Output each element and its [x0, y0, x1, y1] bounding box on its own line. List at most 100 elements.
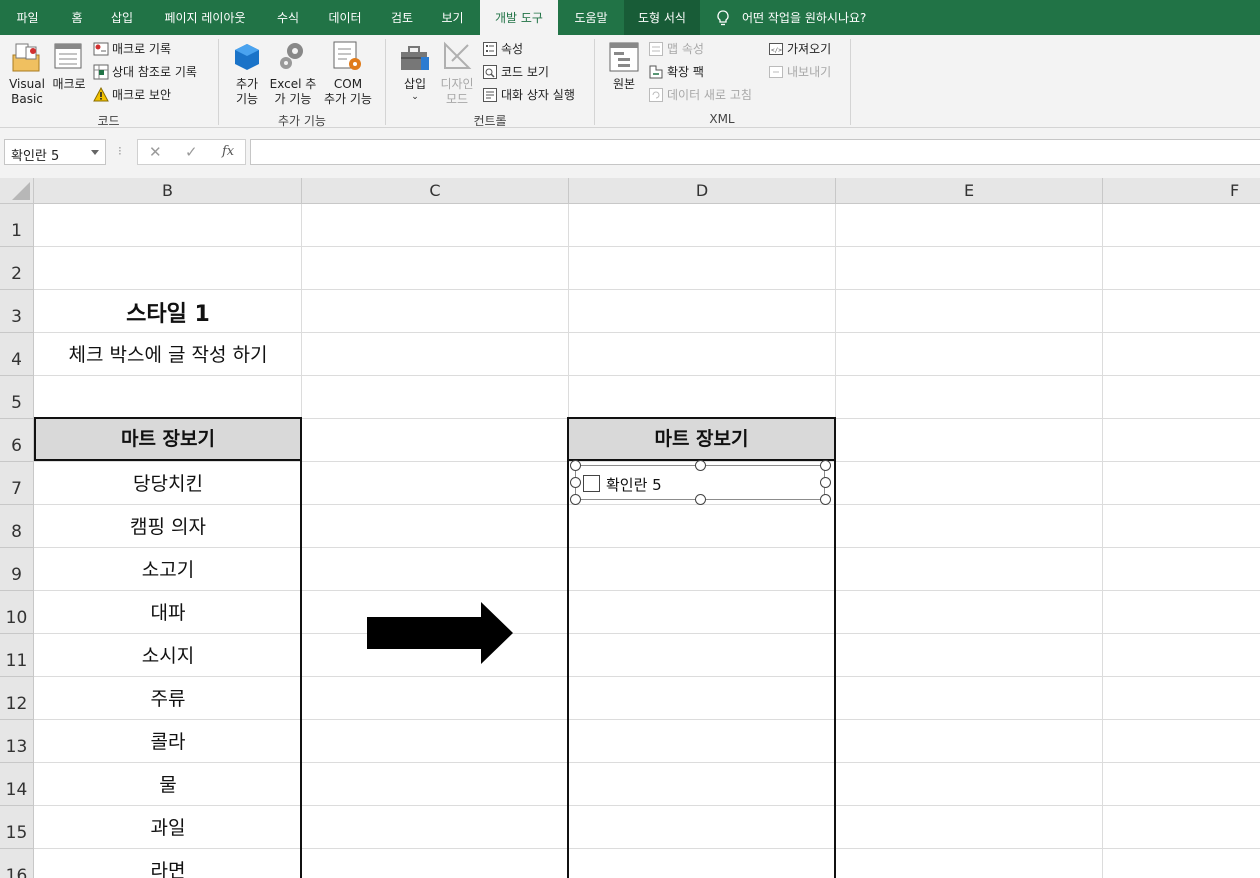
visual-basic-icon	[12, 43, 40, 72]
group-label-code: 코드	[97, 114, 120, 128]
list-item[interactable]: 콜라	[34, 727, 302, 754]
com-add-ins-label-1: COM	[333, 77, 363, 91]
resize-handle[interactable]	[570, 460, 581, 471]
excel-add-ins-label-1: Excel 추	[269, 77, 317, 91]
name-box[interactable]: 확인란 5	[4, 139, 106, 165]
tab-page-layout[interactable]: 페이지 레이아웃	[145, 0, 265, 35]
gridline	[34, 461, 1260, 462]
row-header[interactable]: 9	[0, 548, 34, 591]
macros-button[interactable]: 매크로	[49, 77, 89, 92]
row-header[interactable]: 13	[0, 720, 34, 763]
row-header[interactable]: 8	[0, 505, 34, 548]
insert-controls-button[interactable]: 삽입 ⌄	[395, 77, 435, 102]
visual-basic-button[interactable]: Visual Basic	[6, 77, 48, 107]
com-add-ins-button[interactable]: COM 추가 기능	[320, 77, 376, 107]
insert-controls-label: 삽입	[403, 77, 427, 91]
list-item[interactable]: 물	[34, 770, 302, 797]
column-header-e[interactable]: E	[836, 178, 1103, 204]
tab-developer[interactable]: 개발 도구	[480, 0, 558, 35]
visual-basic-label-1: Visual	[9, 77, 45, 91]
list-item[interactable]: 소시지	[34, 641, 302, 668]
gridline	[34, 504, 1260, 505]
add-ins-button[interactable]: 추가 기능	[227, 77, 267, 107]
warning-icon	[93, 87, 109, 102]
checkbox[interactable]	[583, 475, 600, 492]
gridline	[34, 375, 1260, 376]
resize-handle[interactable]	[820, 494, 831, 505]
list-item[interactable]: 소고기	[34, 555, 302, 582]
gridline	[1102, 204, 1103, 878]
group-label-xml: XML	[709, 112, 735, 126]
design-mode-label-1: 디자인	[440, 77, 474, 91]
enter-icon[interactable]: ✓	[185, 143, 198, 161]
list-item[interactable]: 주류	[34, 684, 302, 711]
tell-me-search[interactable]: 어떤 작업을 원하시나요?	[742, 0, 866, 35]
svg-text:</>: </>	[771, 47, 782, 54]
checkbox-label[interactable]: 확인란 5	[606, 474, 662, 495]
tab-file[interactable]: 파일	[0, 0, 55, 35]
gridline	[34, 848, 1260, 849]
design-mode-button[interactable]: 디자인 모드	[437, 77, 477, 107]
chevron-down-icon[interactable]	[91, 150, 99, 155]
row-header[interactable]: 7	[0, 462, 34, 505]
resize-handle[interactable]	[820, 477, 831, 488]
excel-add-ins-button[interactable]: Excel 추 가 기능	[268, 77, 318, 107]
sheet-subtitle[interactable]: 체크 박스에 글 작성 하기	[34, 340, 302, 367]
column-header-c[interactable]: C	[302, 178, 569, 204]
row-header[interactable]: 3	[0, 290, 34, 333]
row-header[interactable]: 5	[0, 376, 34, 419]
com-add-ins-label-2: 추가 기능	[324, 92, 372, 106]
formula-bar: 확인란 5 ⁝ ✕ ✓ fx	[0, 128, 1260, 178]
record-macro-icon	[93, 42, 109, 56]
resize-handle[interactable]	[695, 494, 706, 505]
resize-handle[interactable]	[570, 477, 581, 488]
row-header[interactable]: 6	[0, 419, 34, 462]
tab-data[interactable]: 데이터	[311, 0, 379, 35]
resize-handle[interactable]	[820, 460, 831, 471]
right-table-header[interactable]: 마트 장보기	[567, 417, 836, 461]
list-item[interactable]: 라면	[34, 856, 302, 878]
tab-insert[interactable]: 삽입	[99, 0, 145, 35]
group-divider	[850, 39, 851, 125]
list-item[interactable]: 당당치킨	[34, 469, 302, 496]
name-box-value: 확인란 5	[11, 149, 60, 164]
resize-handle[interactable]	[570, 494, 581, 505]
formula-input[interactable]	[250, 139, 1260, 165]
resize-handle[interactable]	[695, 460, 706, 471]
left-table-header[interactable]: 마트 장보기	[34, 417, 302, 461]
gridline	[34, 805, 1260, 806]
column-header-d[interactable]: D	[569, 178, 836, 204]
sheet-title[interactable]: 스타일 1	[34, 296, 302, 328]
tab-formulas[interactable]: 수식	[265, 0, 311, 35]
row-header[interactable]: 11	[0, 634, 34, 677]
column-header-f[interactable]: F	[1103, 178, 1260, 204]
row-header[interactable]: 16	[0, 849, 34, 878]
insert-function-icon[interactable]: fx	[222, 144, 234, 159]
xml-source-button[interactable]: 원본	[604, 77, 644, 92]
row-header[interactable]: 14	[0, 763, 34, 806]
row-header[interactable]: 10	[0, 591, 34, 634]
column-header-b[interactable]: B	[34, 178, 302, 204]
row-header[interactable]: 1	[0, 204, 34, 247]
row-header[interactable]: 15	[0, 806, 34, 849]
table-border	[567, 461, 569, 878]
toolbox-icon	[401, 46, 429, 70]
tab-help[interactable]: 도움말	[558, 0, 624, 35]
list-item[interactable]: 캠핑 의자	[34, 512, 302, 539]
tab-view[interactable]: 보기	[425, 0, 480, 35]
list-item[interactable]: 과일	[34, 813, 302, 840]
select-all-button[interactable]	[0, 178, 34, 204]
tab-shape-format[interactable]: 도형 서식	[624, 0, 700, 35]
row-header[interactable]: 2	[0, 247, 34, 290]
tab-home[interactable]: 홈	[55, 0, 99, 35]
design-mode-icon	[444, 41, 472, 69]
list-item[interactable]: 대파	[34, 598, 302, 625]
row-header[interactable]: 4	[0, 333, 34, 376]
macros-icon	[54, 43, 82, 69]
record-macro-label: 매크로 기록	[112, 42, 172, 56]
map-properties-icon	[649, 42, 663, 56]
import-icon: </>	[769, 43, 783, 55]
tab-review[interactable]: 검토	[379, 0, 425, 35]
row-header[interactable]: 12	[0, 677, 34, 720]
cancel-icon[interactable]: ✕	[149, 143, 162, 161]
